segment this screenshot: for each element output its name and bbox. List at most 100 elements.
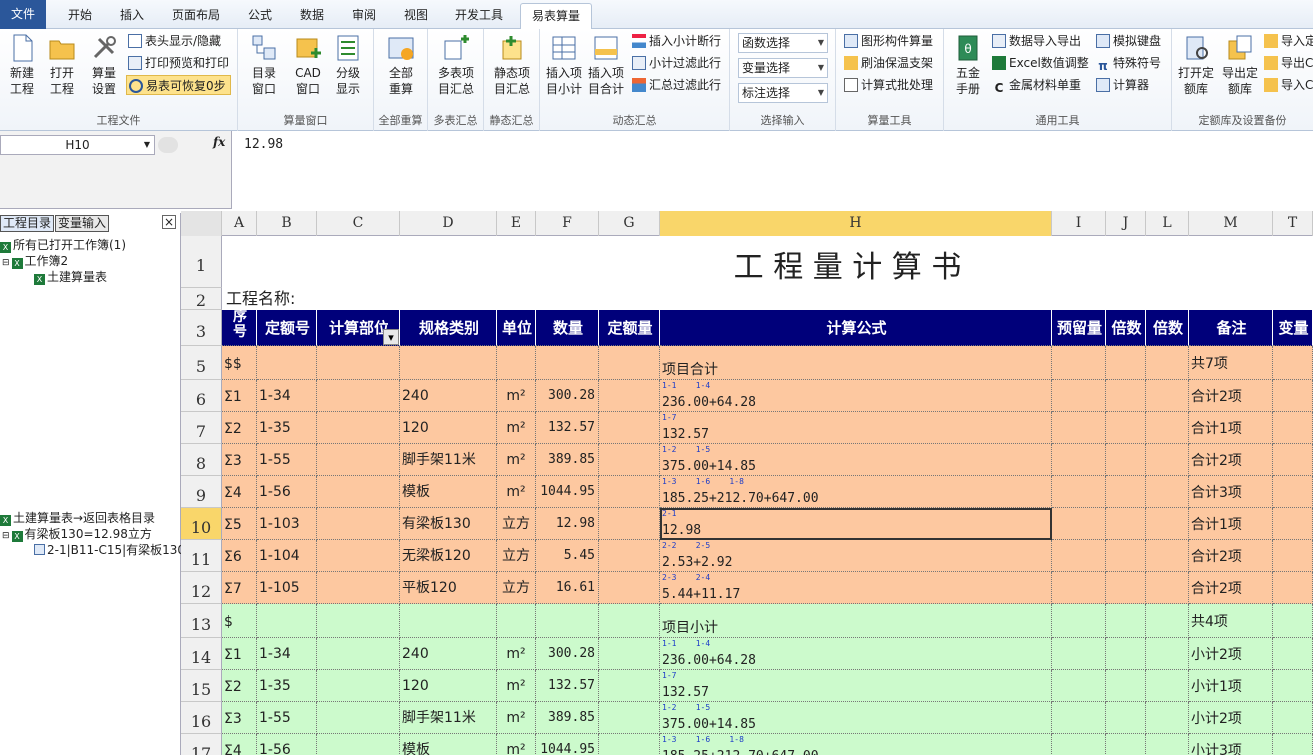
cell-d[interactable]: 120 [400, 412, 497, 444]
table-header-part[interactable]: 计算部位 ▾ [317, 310, 400, 346]
cell-c[interactable] [317, 444, 400, 476]
cell-l[interactable] [1146, 604, 1189, 638]
cell-l[interactable] [1146, 540, 1189, 572]
cell-a[interactable]: Σ3 [222, 444, 257, 476]
cell-m[interactable]: 共7项 [1189, 346, 1273, 380]
row-header[interactable]: 12 [181, 572, 222, 604]
cell-f[interactable]: 132.57 [536, 412, 599, 444]
recalc-all-button[interactable]: 全部 重算 [379, 33, 423, 97]
import-button-2[interactable]: 导入C [1264, 75, 1313, 95]
cell-t[interactable] [1273, 638, 1313, 670]
cell-j[interactable] [1106, 540, 1146, 572]
cell-m[interactable]: 合计1项 [1189, 412, 1273, 444]
formula-input[interactable]: 12.98 [231, 131, 1313, 209]
cell-f[interactable] [536, 346, 599, 380]
cell-h[interactable]: 1-2 1-5 375.00+14.85 [660, 702, 1052, 734]
row-header[interactable]: 16 [181, 702, 222, 734]
cell-b[interactable]: 1-105 [257, 572, 317, 604]
column-header-m[interactable]: M [1189, 211, 1273, 236]
filter-dropdown-icon[interactable]: ▾ [383, 329, 399, 345]
cell-e[interactable] [497, 604, 536, 638]
total-filter-button[interactable]: 汇总过滤此行 [632, 75, 721, 95]
cell-h[interactable]: 1-7 132.57 [660, 670, 1052, 702]
cell-e[interactable]: m² [497, 638, 536, 670]
cell-a[interactable]: Σ4 [222, 734, 257, 755]
undo-steps-button[interactable]: 易表可恢复0步 [126, 75, 231, 95]
data-import-export-button[interactable]: 数据导入导出 [992, 31, 1081, 51]
cell-t[interactable] [1273, 540, 1313, 572]
cell-b[interactable]: 1-35 [257, 670, 317, 702]
table-header-mult1[interactable]: 倍数 [1106, 310, 1146, 346]
cell-c[interactable] [317, 508, 400, 540]
cell-g[interactable] [599, 444, 660, 476]
select-all-corner[interactable] [181, 211, 222, 236]
cell-c[interactable] [317, 638, 400, 670]
tab-file[interactable]: 文件 [0, 0, 46, 29]
insert-total-button[interactable]: 插入项 目合计 [584, 33, 628, 97]
cell-f[interactable]: 12.98 [536, 508, 599, 540]
tree-item-back-to-catalog[interactable]: X 土建算量表→返回表格目录 [0, 510, 155, 526]
shape-calc-button[interactable]: 图形构件算量 [844, 31, 933, 51]
cell-b[interactable]: 1-34 [257, 638, 317, 670]
header-toggle-button[interactable]: 表头显示/隐藏 [128, 31, 221, 51]
cell-f[interactable]: 5.45 [536, 540, 599, 572]
cell-d[interactable] [400, 346, 497, 380]
cell-h[interactable]: 2-1 12.98 [660, 508, 1052, 540]
import-button-1[interactable]: 导入定 [1264, 31, 1313, 51]
level-display-button[interactable]: 分级 显示 [326, 33, 370, 97]
column-header-g[interactable]: G [599, 211, 660, 236]
name-box[interactable]: H10 ▼ [0, 135, 155, 155]
cell-a[interactable]: Σ6 [222, 540, 257, 572]
cell-j[interactable] [1106, 734, 1146, 755]
tab-insert[interactable]: 插入 [110, 3, 154, 29]
calc-settings-button[interactable]: 算量 设置 [82, 33, 126, 97]
cell-a[interactable]: Σ7 [222, 572, 257, 604]
calculator-button[interactable]: 计算器 [1096, 75, 1149, 95]
cad-window-button[interactable]: CAD 窗口 [286, 33, 330, 97]
cell-f[interactable]: 300.28 [536, 380, 599, 412]
cell-b[interactable]: 1-55 [257, 444, 317, 476]
cell-b[interactable] [257, 346, 317, 380]
row-header[interactable]: 15 [181, 670, 222, 702]
cell-d[interactable]: 240 [400, 638, 497, 670]
cell-d[interactable]: 脚手架11米 [400, 702, 497, 734]
column-header-d[interactable]: D [400, 211, 497, 236]
cell-d[interactable]: 120 [400, 670, 497, 702]
cell-f[interactable]: 1044.95 [536, 734, 599, 755]
cell-g[interactable] [599, 702, 660, 734]
cell-i[interactable] [1052, 604, 1106, 638]
cell-m[interactable]: 小计3项 [1189, 734, 1273, 755]
cell-m[interactable]: 小计1项 [1189, 670, 1273, 702]
new-project-button[interactable]: 新建 工程 [0, 33, 44, 97]
cell-m[interactable]: 合计2项 [1189, 380, 1273, 412]
cell-l[interactable] [1146, 380, 1189, 412]
tab-data[interactable]: 数据 [290, 3, 334, 29]
cell-a[interactable]: Σ1 [222, 638, 257, 670]
column-header-b[interactable]: B [257, 211, 317, 236]
cell-a[interactable]: $ [222, 604, 257, 638]
cell-h[interactable]: 1-7 132.57 [660, 412, 1052, 444]
export-button[interactable]: 导出C [1264, 53, 1313, 73]
cell-h[interactable]: 1-3 1-6 1-8 185.25+212.70+647.00 [660, 734, 1052, 755]
cell-m[interactable]: 合计1项 [1189, 508, 1273, 540]
cell-i[interactable] [1052, 476, 1106, 508]
cell-f[interactable]: 389.85 [536, 702, 599, 734]
cell-d[interactable]: 脚手架11米 [400, 444, 497, 476]
cell-j[interactable] [1106, 702, 1146, 734]
formula-bar-handle[interactable] [158, 137, 178, 153]
cell-a[interactable]: Σ3 [222, 702, 257, 734]
cell-j[interactable] [1106, 572, 1146, 604]
cell-t[interactable] [1273, 346, 1313, 380]
tab-home[interactable]: 开始 [58, 3, 102, 29]
cell-h[interactable]: 项目小计 [660, 604, 1052, 638]
row-header[interactable]: 5 [181, 346, 222, 380]
tab-developer[interactable]: 开发工具 [446, 3, 512, 29]
cell-a[interactable]: Σ5 [222, 508, 257, 540]
column-header-e[interactable]: E [497, 211, 536, 236]
table-header-unit[interactable]: 单位 [497, 310, 536, 346]
cell-d[interactable]: 无梁板120 [400, 540, 497, 572]
cell-f[interactable] [536, 604, 599, 638]
tree-item-all-workbooks[interactable]: X 所有已打开工作簿(1) [0, 237, 126, 253]
cell-f[interactable]: 300.28 [536, 638, 599, 670]
tab-variable-input[interactable]: 变量输入 [55, 215, 110, 232]
